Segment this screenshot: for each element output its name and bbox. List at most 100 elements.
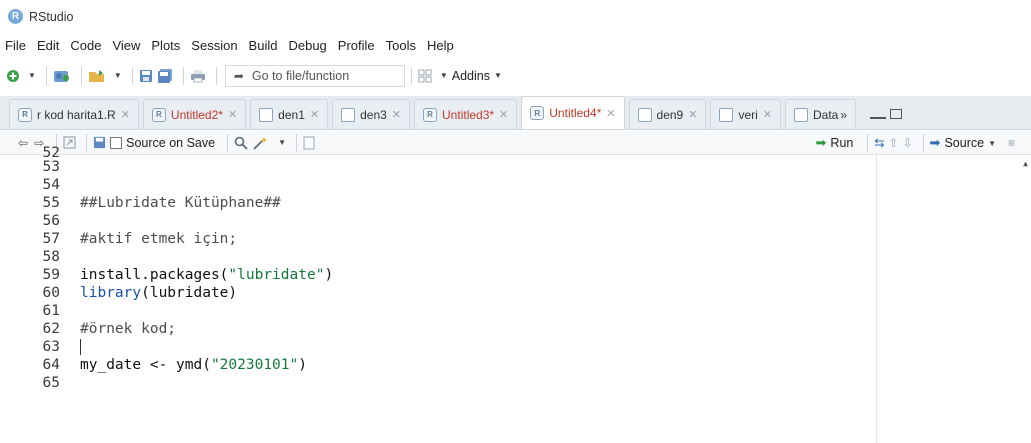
toolbar-divider — [867, 134, 869, 152]
go-up-icon[interactable]: ⇧ — [888, 133, 898, 153]
tab-veri[interactable]: veri ✕ — [710, 99, 781, 129]
menu-code[interactable]: Code — [70, 38, 101, 53]
line-number: 64 — [42, 357, 60, 373]
code-text: my_date <- ymd("20230101") — [80, 357, 307, 373]
scroll-up-icon[interactable]: ▲ — [1023, 159, 1028, 168]
line-number: 55 — [42, 195, 60, 211]
save-all-icon[interactable] — [157, 66, 173, 86]
tab-label: den9 — [656, 107, 684, 122]
menu-help[interactable]: Help — [427, 38, 454, 53]
line-number: 63 — [42, 339, 60, 355]
tab-label: r kod harita1.R — [37, 107, 116, 122]
tab-untitled3[interactable]: R Untitled3* ✕ — [414, 99, 518, 129]
toolbar-divider — [80, 66, 82, 85]
source-label: Source — [944, 136, 985, 150]
toolbar-divider — [215, 66, 217, 85]
tab-label: veri — [738, 107, 758, 122]
menu-build[interactable]: Build — [249, 38, 278, 53]
window-title: RStudio — [29, 9, 74, 24]
code-text: ##Lubridate Kütüphane## — [80, 195, 281, 211]
close-icon[interactable]: ✕ — [499, 108, 508, 121]
menu-profile[interactable]: Profile — [338, 38, 375, 53]
tab-r-kod-harita1[interactable]: R r kod harita1.R ✕ — [9, 99, 139, 129]
data-table-icon — [259, 107, 274, 122]
toolbar-divider — [410, 66, 412, 85]
close-icon[interactable]: ✕ — [392, 108, 401, 121]
pane-layout-icon[interactable] — [418, 66, 432, 86]
menu-session[interactable]: Session — [191, 38, 237, 53]
menu-tools[interactable]: Tools — [386, 38, 416, 53]
source-dropdown-icon[interactable]: ▼ — [988, 139, 996, 148]
source-button[interactable]: ➡ Source ▼ — [930, 135, 1000, 151]
pane-controls — [866, 99, 903, 129]
tab-den3[interactable]: den3 ✕ — [332, 99, 411, 129]
code-text: #aktif etmek için; — [80, 231, 238, 247]
menu-debug[interactable]: Debug — [288, 38, 326, 53]
line-number: 57 — [42, 231, 60, 247]
menu-file[interactable]: File — [5, 38, 26, 53]
tab-data[interactable]: Data » — [785, 99, 857, 129]
code-line: 60 library(lubridate) — [0, 285, 860, 301]
r-file-icon: R — [423, 107, 438, 122]
tab-den1[interactable]: den1 ✕ — [250, 99, 329, 129]
code-text: library(lubridate) — [80, 285, 238, 301]
code-line: 58 — [0, 249, 860, 265]
new-file-dropdown-icon[interactable]: ▼ — [28, 71, 36, 80]
pane-layout-dropdown-icon[interactable]: ▼ — [440, 71, 448, 80]
print-icon[interactable] — [190, 66, 206, 86]
close-icon[interactable]: ✕ — [606, 107, 615, 120]
toolbar-divider — [45, 66, 47, 85]
code-line: 56 — [0, 213, 860, 229]
addins-dropdown-icon: ▼ — [494, 71, 502, 80]
line-number: 65 — [42, 375, 60, 391]
close-icon[interactable]: ✕ — [121, 108, 130, 121]
code-editor[interactable]: 52 53 54 55 ##Lubridate Kütüphane## 56 5… — [0, 145, 1031, 443]
addins-button[interactable]: Addins ▼ — [452, 69, 506, 83]
menu-view[interactable]: View — [112, 38, 140, 53]
new-project-icon[interactable] — [53, 66, 71, 86]
save-icon[interactable] — [139, 66, 153, 86]
code-line: 62 #örnek kod; — [0, 321, 860, 337]
minimize-pane-icon[interactable] — [870, 117, 887, 119]
line-number: 62 — [42, 321, 60, 337]
go-down-icon[interactable]: ⇩ — [902, 133, 912, 153]
tab-label: den3 — [360, 107, 387, 122]
tab-label: Untitled4* — [549, 106, 602, 120]
toolbar-divider — [922, 134, 924, 152]
data-table-icon — [719, 107, 734, 122]
print-margin — [876, 155, 877, 443]
rerun-icon[interactable]: ⇆ — [874, 133, 884, 153]
menu-bar: File Edit Code View Plots Session Build … — [0, 34, 1031, 56]
close-icon[interactable]: ✕ — [310, 108, 319, 121]
line-number: 60 — [42, 285, 60, 301]
line-number: 54 — [42, 177, 60, 193]
tab-untitled4[interactable]: R Untitled4* ✕ — [521, 96, 625, 129]
close-icon[interactable]: ✕ — [688, 108, 697, 121]
code-line: 65 — [0, 375, 860, 391]
more-tabs-icon[interactable]: » — [840, 108, 847, 122]
editor-scrollbar[interactable]: ▲ — [1017, 155, 1031, 443]
document-outline-icon[interactable]: ≡ — [1008, 133, 1015, 153]
new-file-icon[interactable] — [6, 66, 20, 86]
tab-untitled2[interactable]: R Untitled2* ✕ — [142, 99, 247, 129]
r-file-icon: R — [151, 107, 166, 122]
code-text: #örnek kod; — [80, 321, 177, 337]
code-text: install.packages("lubridate") — [80, 267, 334, 283]
close-icon[interactable]: ✕ — [228, 108, 237, 121]
menu-edit[interactable]: Edit — [37, 38, 59, 53]
go-to-file-input[interactable]: ➦ Go to file/function — [224, 64, 405, 87]
tab-label: Data — [813, 107, 839, 122]
line-number: 58 — [42, 249, 60, 265]
menu-plots[interactable]: Plots — [151, 38, 180, 53]
maximize-pane-icon[interactable] — [890, 109, 903, 119]
tab-den9[interactable]: den9 ✕ — [628, 99, 707, 129]
open-recent-dropdown-icon[interactable]: ▼ — [114, 71, 122, 80]
addins-label: Addins — [451, 68, 490, 83]
code-line: 59 install.packages("lubridate") — [0, 267, 860, 283]
r-file-icon: R — [530, 106, 545, 120]
toolbar-divider — [182, 66, 184, 85]
open-file-icon[interactable] — [88, 66, 106, 86]
source-arrow-icon: ➡ — [929, 135, 941, 150]
close-icon[interactable]: ✕ — [763, 108, 772, 121]
go-to-file-placeholder: Go to file/function — [251, 68, 350, 83]
